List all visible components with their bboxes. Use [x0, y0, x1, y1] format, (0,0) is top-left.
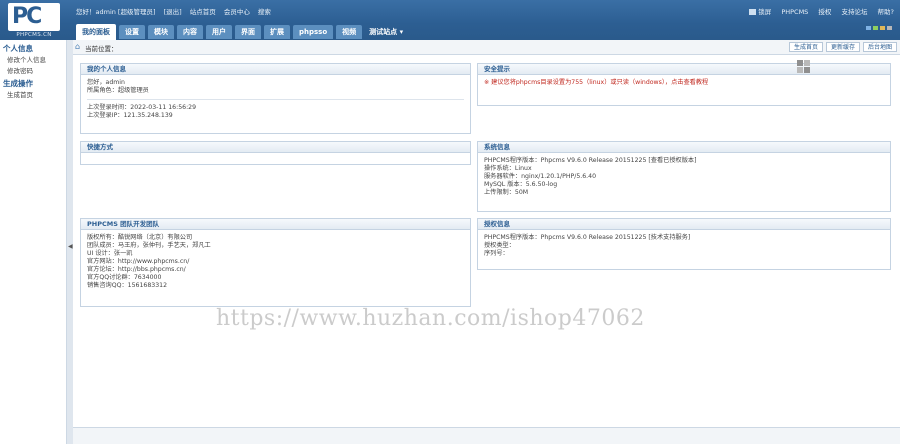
- my-info-panel: 我的个人信息 您好，admin 所属角色：超级管理员 上次登录时间：2022-0…: [80, 63, 471, 134]
- lock-icon: [749, 9, 757, 15]
- lock-screen-link[interactable]: 锁屏: [749, 8, 771, 16]
- breadcrumb-bar: ⌂ 当前位置： 生成首页 更新缓存 后台地图: [73, 40, 900, 55]
- last-login-ip: 上次登录IP：121.35.248.139: [87, 112, 173, 119]
- panel-title: 快捷方式: [81, 142, 470, 153]
- member-center-link[interactable]: 会员中心: [224, 8, 250, 16]
- skin-swatch[interactable]: [887, 26, 892, 30]
- system-info-panel: 系统信息 PHPCMS程序版本：Phpcms V9.6.0 Release 20…: [477, 141, 891, 212]
- footer-bar: [73, 427, 900, 444]
- tab-content[interactable]: 内容: [177, 25, 203, 39]
- watermark-text: https://www.huzhan.com/ishop47062: [216, 306, 645, 331]
- grid-icon[interactable]: [797, 60, 811, 74]
- qq-group: 官方QQ讨论群：7634000: [87, 274, 162, 281]
- sidebar-section-generate[interactable]: 生成操作: [0, 77, 66, 90]
- sidebar-item-generate-home[interactable]: 生成首页: [0, 90, 66, 101]
- collapse-arrow-icon: ◀: [68, 243, 73, 250]
- ui-designer: UI 设计：张一凯: [87, 250, 133, 257]
- header-bar: PC PHPCMS.CN 您好！admin [超级管理员] [退出] 站点首页 …: [0, 0, 900, 40]
- logout-link[interactable]: [退出]: [164, 8, 182, 16]
- skin-swatch[interactable]: [880, 26, 885, 30]
- license-type: 授权类型：: [484, 242, 515, 249]
- sales-qq: 销售咨询QQ：1561683312: [87, 282, 168, 289]
- role-text: 所属角色：超级管理员: [87, 87, 149, 94]
- skin-swatch[interactable]: [873, 26, 878, 30]
- panel-title: 我的个人信息: [81, 64, 470, 75]
- greeting-text: 您好！admin [超级管理员]: [76, 8, 156, 16]
- site-home-link[interactable]: 站点首页: [190, 8, 216, 16]
- phpcms-link[interactable]: PHPCMS: [781, 8, 808, 16]
- phpcms-logo[interactable]: PC PHPCMS.CN: [8, 3, 60, 38]
- update-cache-button[interactable]: 更新缓存: [825, 42, 860, 52]
- hello-text: 您好，admin: [87, 79, 125, 86]
- mysql-version: MySQL 版本：5.6.50-log: [484, 181, 558, 188]
- license-link[interactable]: 授权: [818, 8, 831, 16]
- user-status-line: 您好！admin [超级管理员] [退出] 站点首页 会员中心 搜索: [76, 6, 277, 16]
- last-login-time: 上次登录时间：2022-03-11 16:56:29: [87, 104, 197, 111]
- panel-title: 安全提示: [478, 64, 890, 75]
- site-select-dropdown[interactable]: 测试站点 ▾: [365, 25, 407, 39]
- tab-phpsso[interactable]: phpsso: [293, 25, 334, 39]
- tab-settings[interactable]: 设置: [119, 25, 145, 39]
- dev-team-panel: PHPCMS 团队开发团队 版权所有：酷锐网络（北京）有限公司 团队成员：马王府…: [80, 218, 471, 307]
- panel-title: 授权信息: [478, 219, 890, 230]
- tab-video[interactable]: 视频: [336, 25, 363, 39]
- panel-title: PHPCMS 团队开发团队: [81, 219, 470, 230]
- server-software: 服务器软件：nginx/1.20.1/PHP/5.6.40: [484, 173, 597, 180]
- sidebar: 个人信息 修改个人信息 修改密码 生成操作 生成首页: [0, 40, 67, 444]
- sidebar-item-edit-profile[interactable]: 修改个人信息: [0, 55, 66, 66]
- search-link[interactable]: 搜索: [258, 8, 271, 16]
- sidebar-section-personal[interactable]: 个人信息: [0, 42, 66, 55]
- main-nav: 我的面板 设置 模块 内容 用户 界面 扩展 phpsso 视频 测试站点 ▾: [76, 24, 410, 40]
- home-icon[interactable]: ⌂: [75, 42, 80, 51]
- license-panel: 授权信息 PHPCMS程序版本：Phpcms V9.6.0 Release 20…: [477, 218, 891, 270]
- shortcut-panel: 快捷方式: [80, 141, 471, 165]
- logo-letters: PC: [12, 4, 42, 29]
- serial-number: 序列号：: [484, 250, 509, 257]
- program-version: PHPCMS程序版本：Phpcms V9.6.0 Release 2015122…: [484, 157, 697, 164]
- official-forum-link[interactable]: 官方论坛：http://bbs.phpcms.cn/: [87, 266, 464, 274]
- skin-swatch[interactable]: [866, 26, 871, 30]
- official-site-link[interactable]: 官方网站：http://www.phpcms.cn/: [87, 258, 464, 266]
- tab-extensions[interactable]: 扩展: [264, 25, 290, 39]
- logo-caption: PHPCMS.CN: [16, 32, 52, 38]
- license-version: PHPCMS程序版本：Phpcms V9.6.0 Release 2015122…: [484, 234, 691, 241]
- tab-modules[interactable]: 模块: [148, 25, 174, 39]
- team-members: 团队成员：马王府，张仲刊，手艺天，郑凡工: [87, 242, 211, 249]
- divider: [87, 99, 464, 100]
- copyright-text: 版权所有：酷锐网络（北京）有限公司: [87, 234, 193, 241]
- sidebar-item-change-password[interactable]: 修改密码: [0, 66, 66, 77]
- upload-limit: 上传限制：50M: [484, 189, 529, 196]
- tab-users[interactable]: 用户: [206, 25, 232, 39]
- generate-home-button[interactable]: 生成首页: [788, 42, 823, 52]
- admin-map-button[interactable]: 后台地图: [862, 42, 897, 52]
- breadcrumb-label: 当前位置：: [85, 45, 118, 53]
- help-link[interactable]: 帮助?: [878, 8, 894, 16]
- forum-link[interactable]: 支持论坛: [841, 8, 867, 16]
- security-warning-link[interactable]: ※ 建议您将phpcms目录设置为755（linux）或只读（windows），…: [484, 79, 884, 87]
- panel-title: 系统信息: [478, 142, 890, 153]
- top-right-links: 锁屏 PHPCMS 授权 支持论坛 帮助?: [741, 6, 894, 16]
- tab-my-panel[interactable]: 我的面板: [76, 24, 116, 40]
- operating-system: 操作系统：Linux: [484, 165, 532, 172]
- tab-interface[interactable]: 界面: [235, 25, 261, 39]
- skin-switcher: [864, 24, 892, 32]
- security-panel: 安全提示 ※ 建议您将phpcms目录设置为755（linux）或只读（wind…: [477, 63, 891, 106]
